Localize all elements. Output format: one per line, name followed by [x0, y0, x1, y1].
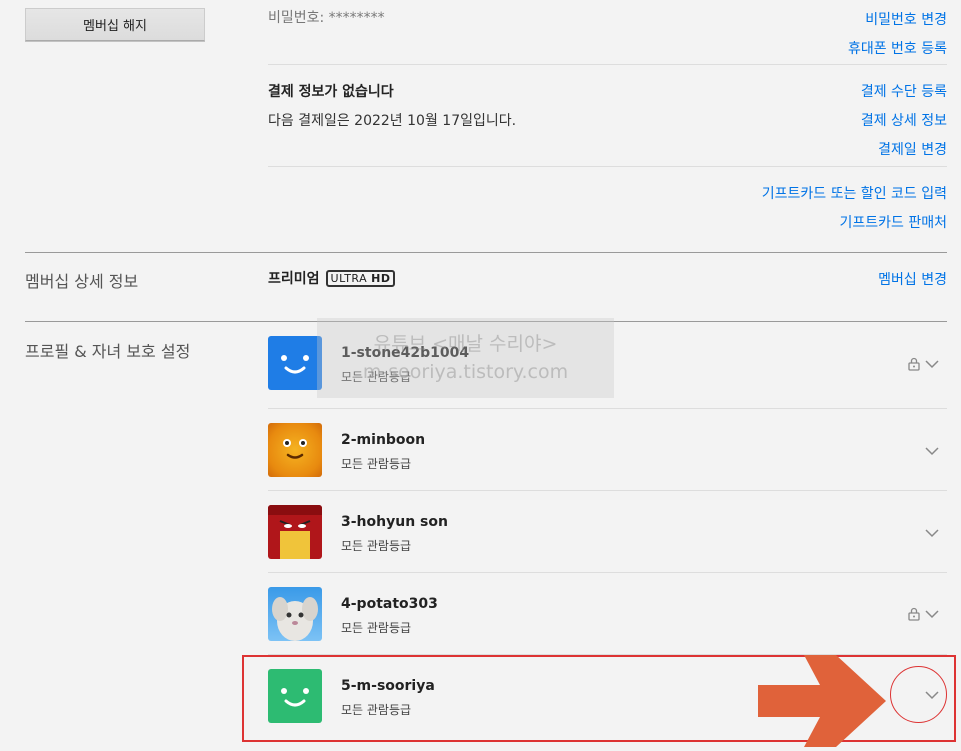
chevron-down-icon[interactable]: [925, 607, 939, 621]
profile-row-1[interactable]: 1-stone42b1004 모든 관람등급: [268, 327, 947, 409]
register-phone-link[interactable]: 휴대폰 번호 등록: [848, 38, 947, 58]
plan-section-label: 멤버십 상세 정보: [25, 272, 139, 291]
section-divider: [25, 252, 947, 253]
profile-rating: 모든 관람등급: [341, 539, 412, 553]
profile-name: 3-hohyun son: [341, 514, 448, 530]
profile-rating: 모든 관람등급: [341, 621, 412, 635]
cancel-membership-button[interactable]: 멤버십 해지: [25, 8, 205, 41]
chevron-down-icon[interactable]: [925, 444, 939, 458]
plan-title: 프리미엄: [268, 271, 320, 287]
divider: [268, 64, 947, 65]
badge-hd-text: HD: [371, 271, 391, 285]
change-plan-link[interactable]: 멤버십 변경: [878, 269, 947, 289]
profile-name: 5-m-sooriya: [341, 678, 435, 694]
avatar: [268, 336, 322, 390]
profile-rating: 모든 관람등급: [341, 370, 412, 384]
chevron-down-icon[interactable]: [925, 688, 939, 702]
ultra-hd-badge: ULTRA HD: [325, 269, 396, 287]
avatar: [268, 505, 322, 559]
avatar: [268, 587, 322, 641]
profile-row-2[interactable]: 2-minboon 모든 관람등급: [268, 409, 947, 491]
lock-icon: [908, 607, 920, 621]
register-payment-link[interactable]: 결제 수단 등록: [861, 81, 947, 101]
profile-name: 1-stone42b1004: [341, 345, 470, 361]
avatar: [268, 423, 322, 477]
password-label: 비밀번호: ********: [268, 10, 385, 26]
chevron-down-icon[interactable]: [925, 526, 939, 540]
profile-row-3[interactable]: 3-hohyun son 모든 관람등급: [268, 491, 947, 573]
profile-row-4[interactable]: 4-potato303 모든 관람등급: [268, 573, 947, 655]
section-divider: [25, 321, 947, 322]
plan-name: 프리미엄 ULTRA HD: [268, 268, 396, 288]
profile-rating: 모든 관람등급: [341, 703, 412, 717]
billing-details-link[interactable]: 결제 상세 정보: [861, 110, 947, 130]
redeem-gift-link[interactable]: 기프트카드 또는 할인 코드 입력: [762, 183, 947, 203]
profile-name: 2-minboon: [341, 432, 426, 448]
lock-icon: [908, 357, 920, 371]
profile-name: 4-potato303: [341, 596, 438, 612]
chevron-down-icon[interactable]: [925, 357, 939, 371]
avatar: [268, 669, 322, 723]
profile-row-5[interactable]: 5-m-sooriya 모든 관람등급: [268, 655, 947, 737]
divider: [268, 166, 947, 167]
badge-ultra-text: ULTRA: [330, 271, 368, 285]
profile-rating: 모든 관람등급: [341, 457, 412, 471]
change-billing-date-link[interactable]: 결제일 변경: [878, 139, 947, 159]
gift-card-sellers-link[interactable]: 기프트카드 판매처: [840, 212, 948, 232]
no-payment-info: 결제 정보가 없습니다: [268, 84, 394, 100]
next-billing-date: 다음 결제일은 2022년 10월 17일입니다.: [268, 113, 517, 129]
profiles-section-label: 프로필 & 자녀 보호 설정: [25, 342, 191, 361]
change-password-link[interactable]: 비밀번호 변경: [865, 9, 947, 29]
